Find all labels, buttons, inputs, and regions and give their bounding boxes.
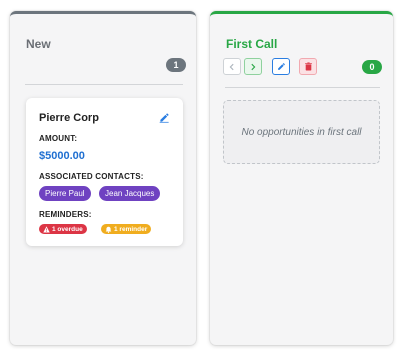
reminders-label: REMINDERS:: [39, 210, 92, 219]
reminder-text: 1 reminder: [114, 225, 148, 233]
empty-text: No opportunities in first call: [241, 126, 362, 138]
pipeline-column-first-call: First Call 0 No opportunities in first c…: [210, 11, 393, 345]
chevron-left-icon: [228, 63, 236, 71]
overdue-badge: 1 overdue: [39, 224, 87, 234]
contact-pill[interactable]: Pierre Paul: [39, 186, 91, 201]
column-title: New: [26, 37, 51, 51]
pipeline-column-new: New 1 Pierre Corp AMOUNT: $5000.00 ASSOC…: [10, 11, 196, 345]
opportunity-name: Pierre Corp: [39, 112, 99, 124]
empty-column-placeholder: No opportunities in first call: [223, 100, 380, 164]
column-title: First Call: [226, 37, 278, 51]
move-left-button[interactable]: [223, 58, 241, 75]
amount-value: $5000.00: [39, 150, 85, 162]
column-count-badge: 0: [362, 60, 382, 74]
chevron-right-icon: [249, 63, 257, 71]
contact-pill[interactable]: Jean Jacques: [99, 186, 161, 201]
edit-stage-button[interactable]: [272, 58, 290, 75]
column-count-badge: 1: [166, 58, 186, 72]
contacts-label: ASSOCIATED CONTACTS:: [39, 172, 144, 181]
delete-stage-button[interactable]: [299, 58, 317, 75]
bell-icon: [105, 226, 112, 233]
edit-icon: [277, 62, 286, 71]
overdue-text: 1 overdue: [52, 225, 83, 233]
move-right-button[interactable]: [244, 58, 262, 75]
amount-label: AMOUNT:: [39, 134, 78, 143]
column-divider: [25, 84, 183, 85]
reminder-badge: 1 reminder: [101, 224, 152, 234]
edit-icon[interactable]: [159, 112, 170, 123]
warning-icon: [43, 225, 50, 233]
trash-icon: [304, 62, 313, 71]
column-divider: [225, 87, 380, 88]
opportunity-card[interactable]: Pierre Corp AMOUNT: $5000.00 ASSOCIATED …: [26, 98, 183, 246]
